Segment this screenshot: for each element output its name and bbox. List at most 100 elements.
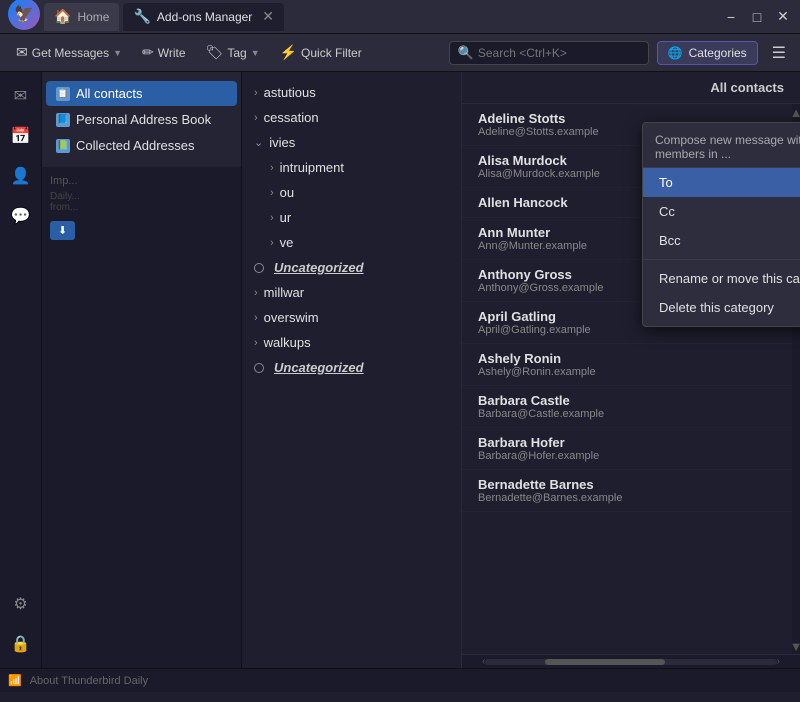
tag-icon: 🏷	[206, 44, 224, 61]
search-box[interactable]: 🔍	[449, 41, 649, 65]
cat-ve-label: ve	[280, 235, 294, 250]
main-layout: ✉ 📅 👤 💬 ⚙ 🔒 📋 All contacts 📘 Personal Ad…	[0, 72, 800, 668]
addr-collected-label: Collected Addresses	[76, 138, 195, 153]
app-logo: 🦅	[8, 0, 40, 30]
search-input[interactable]	[478, 46, 628, 60]
arrow-icon: ›	[270, 162, 274, 174]
context-menu: Compose new message with category member…	[642, 122, 800, 327]
addr-icon-all: 📋	[56, 87, 70, 101]
cat-item-uncategorized2[interactable]: Uncategorized	[242, 355, 461, 380]
status-text: About Thunderbird Daily	[30, 675, 148, 687]
ctx-item-rename[interactable]: Rename or move this category	[643, 264, 800, 293]
write-button[interactable]: ✏ Write	[134, 40, 194, 65]
contact-name-7: Barbara Castle	[478, 393, 776, 408]
import-label: Imp...	[50, 175, 233, 187]
menu-button[interactable]: ☰	[766, 39, 792, 67]
addr-personal-label: Personal Address Book	[76, 112, 211, 127]
content-area: › astutious › cessation ⌄ ivies › intrui…	[242, 72, 800, 668]
get-messages-dropdown-icon: ▼	[113, 48, 122, 58]
arrow-icon: ›	[270, 187, 274, 199]
cat-intruipment-label: intruipment	[280, 160, 344, 175]
categories-button[interactable]: 🌐 Categories	[657, 41, 758, 65]
tag-label: Tag	[227, 46, 246, 60]
contact-item-9[interactable]: Bernadette Barnes Bernadette@Barnes.exam…	[462, 470, 792, 512]
cat-item-ivies[interactable]: ⌄ ivies	[242, 130, 461, 155]
cat-overswim-label: overswim	[264, 310, 319, 325]
scroll-down-button[interactable]: ▼	[792, 638, 800, 654]
ctx-item-to[interactable]: To	[643, 168, 800, 197]
contacts-header-label: All contacts	[710, 80, 784, 95]
get-messages-button[interactable]: ✉ Get Messages ▼	[8, 40, 130, 65]
arrow-icon: ›	[270, 212, 274, 224]
sidebar-icon-calendar[interactable]: 📅	[5, 120, 37, 152]
contact-name-9: Bernadette Barnes	[478, 477, 776, 492]
status-bar: 📶 About Thunderbird Daily	[0, 668, 800, 692]
rainbow-icon: 🌐	[668, 46, 683, 60]
title-bar: 🦅 🏠 Home 🔧 Add-ons Manager ✕ − □ ✕	[0, 0, 800, 34]
arrow-icon: ›	[254, 312, 258, 324]
h-scroll-track[interactable]	[485, 659, 776, 665]
cat-cessation-label: cessation	[264, 110, 319, 125]
cat-item-ve[interactable]: › ve	[242, 230, 461, 255]
cat-item-walkups[interactable]: › walkups	[242, 330, 461, 355]
cat-item-ou[interactable]: › ou	[242, 180, 461, 205]
tab-home-label: Home	[77, 10, 109, 24]
contact-name-8: Barbara Hofer	[478, 435, 776, 450]
cat-item-overswim[interactable]: › overswim	[242, 305, 461, 330]
cat-ivies-label: ivies	[269, 135, 295, 150]
address-book-list: 📋 All contacts 📘 Personal Address Book 📗…	[42, 72, 241, 167]
scroll-right-button[interactable]: ›	[777, 656, 780, 667]
cat-item-millwar[interactable]: › millwar	[242, 280, 461, 305]
import-button[interactable]: ⬇	[50, 221, 75, 240]
ctx-item-bcc[interactable]: Bcc	[643, 226, 800, 255]
tab-close-icon[interactable]: ✕	[262, 8, 274, 25]
horizontal-scrollbar[interactable]: ‹ ›	[462, 654, 800, 668]
write-label: Write	[158, 46, 186, 60]
addons-icon: 🔧	[133, 8, 150, 25]
contact-name-6: Ashely Ronin	[478, 351, 776, 366]
h-scroll-thumb[interactable]	[545, 659, 665, 665]
ctx-item-delete[interactable]: Delete this category	[643, 293, 800, 322]
contact-email-7: Barbara@Castle.example	[478, 408, 776, 420]
sidebar-icon-mail[interactable]: ✉	[5, 80, 37, 112]
cat-item-uncategorized1[interactable]: Uncategorized	[242, 255, 461, 280]
addr-icon-personal: 📘	[56, 113, 70, 127]
contact-item-6[interactable]: Ashely Ronin Ashely@Ronin.example	[462, 344, 792, 386]
close-button[interactable]: ✕	[774, 8, 792, 26]
cat-item-intruipment[interactable]: › intruipment	[242, 155, 461, 180]
sidebar-icon-contacts[interactable]: 👤	[5, 160, 37, 192]
hamburger-icon: ☰	[772, 43, 786, 63]
cat-item-ur[interactable]: › ur	[242, 205, 461, 230]
arrow-icon: ›	[254, 287, 258, 299]
left-sidebar: ✉ 📅 👤 💬 ⚙ 🔒	[0, 72, 42, 668]
ctx-item-cc[interactable]: Cc	[643, 197, 800, 226]
sidebar-icon-settings[interactable]: ⚙	[5, 588, 37, 620]
tab-addons-label: Add-ons Manager	[157, 10, 252, 24]
cat-ou-label: ou	[280, 185, 294, 200]
get-messages-label: Get Messages	[32, 46, 109, 60]
cat-uncategorized1-label: Uncategorized	[274, 260, 364, 275]
cat-walkups-label: walkups	[264, 335, 311, 350]
maximize-button[interactable]: □	[748, 8, 766, 26]
addr-item-personal[interactable]: 📘 Personal Address Book	[46, 107, 237, 132]
quick-filter-button[interactable]: ⚡ Quick Filter	[272, 40, 370, 65]
import-info: Daily...from...	[50, 191, 233, 213]
contact-item-8[interactable]: Barbara Hofer Barbara@Hofer.example	[462, 428, 792, 470]
addr-item-collected[interactable]: 📗 Collected Addresses	[46, 133, 237, 158]
tab-home[interactable]: 🏠 Home	[44, 3, 119, 31]
home-icon: 🏠	[54, 8, 71, 25]
envelope-icon: ✉	[16, 44, 28, 61]
tag-button[interactable]: 🏷 Tag ▼	[198, 40, 268, 65]
minimize-button[interactable]: −	[722, 8, 740, 26]
contact-email-9: Bernadette@Barnes.example	[478, 492, 776, 504]
arrow-icon: ›	[254, 112, 258, 124]
sidebar-icon-lock[interactable]: 🔒	[5, 628, 37, 660]
addr-item-all-contacts[interactable]: 📋 All contacts	[46, 81, 237, 106]
cat-item-cessation[interactable]: › cessation	[242, 105, 461, 130]
tab-addons[interactable]: 🔧 Add-ons Manager ✕	[123, 3, 284, 31]
sidebar-bottom: ⚙ 🔒	[5, 588, 37, 660]
cat-item-astutious[interactable]: › astutious	[242, 80, 461, 105]
sidebar-icon-chat[interactable]: 💬	[5, 200, 37, 232]
scroll-up-button[interactable]: ▲	[792, 104, 800, 120]
contact-item-7[interactable]: Barbara Castle Barbara@Castle.example	[462, 386, 792, 428]
